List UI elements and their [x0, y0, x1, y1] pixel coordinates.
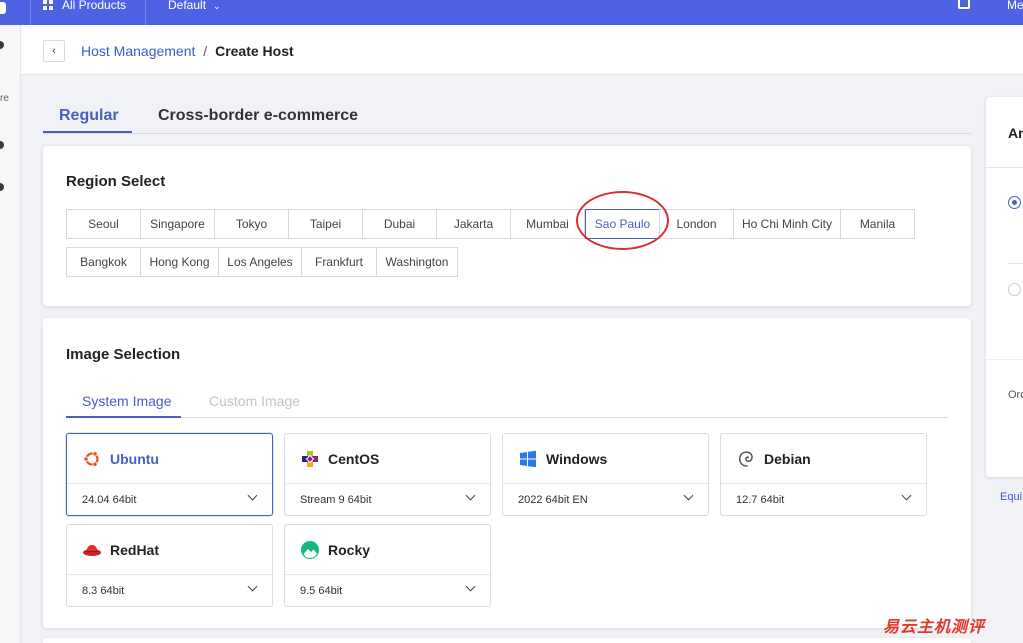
os-card-header: Ubuntu: [67, 434, 272, 484]
os-card-windows[interactable]: Windows 2022 64bit EN: [502, 433, 709, 516]
project-selector-label: Default: [168, 0, 207, 12]
chevron-down-icon[interactable]: [901, 490, 912, 501]
billing-option-radio[interactable]: [1008, 283, 1021, 296]
region-option-washington[interactable]: Washington: [376, 247, 458, 277]
breadcrumb-host-management[interactable]: Host Management: [81, 43, 195, 59]
os-name: Debian: [764, 451, 811, 467]
region-select-title: Region Select: [66, 173, 166, 190]
region-option-london[interactable]: London: [659, 209, 734, 239]
os-name: Ubuntu: [110, 451, 159, 467]
region-option-seoul[interactable]: Seoul: [66, 209, 141, 239]
user-menu[interactable]: Me: [1007, 0, 1023, 11]
active-image-tab-indicator: [66, 416, 181, 418]
breadcrumb-separator: /: [203, 43, 208, 59]
page-header: ‹ Host Management / Create Host: [21, 25, 1023, 75]
tab-cross-border-ecommerce[interactable]: Cross-border e-commerce: [158, 107, 358, 125]
os-card-debian[interactable]: Debian 12.7 64bit: [720, 433, 927, 516]
project-selector[interactable]: Default ⌄: [168, 0, 221, 11]
region-option-singapore[interactable]: Singapore: [140, 209, 215, 239]
chevron-left-icon: ‹: [52, 45, 56, 57]
os-card-header: RedHat: [67, 525, 272, 575]
image-tabs: System Image Custom Image: [66, 383, 948, 418]
chevron-down-icon[interactable]: [247, 581, 258, 592]
debian-icon: [739, 451, 753, 467]
top-bar: All Products Default ⌄ Me: [0, 0, 1023, 25]
os-version-select[interactable]: 9.5 64bit: [300, 585, 342, 597]
os-card-redhat[interactable]: RedHat 8.3 64bit: [66, 524, 273, 607]
chevron-down-icon: ⌄: [213, 1, 221, 11]
tab-regular[interactable]: Regular: [59, 107, 119, 125]
order-label: Orc: [1008, 389, 1023, 401]
os-card-header: Windows: [503, 434, 708, 484]
os-card-rocky[interactable]: Rocky 9.5 64bit: [284, 524, 491, 607]
os-name: CentOS: [328, 451, 380, 467]
region-option-hong-kong[interactable]: Hong Kong: [140, 247, 219, 277]
all-products-button[interactable]: All Products: [30, 0, 146, 25]
highlight-circle-annotation: [576, 191, 669, 250]
billing-option-radio-selected[interactable]: [1008, 196, 1021, 209]
os-card-ubuntu[interactable]: Ubuntu 24.04 64bit: [66, 433, 273, 516]
order-panel-title: An: [1008, 125, 1023, 141]
region-option-manila[interactable]: Manila: [840, 209, 915, 239]
os-version-select[interactable]: Stream 9 64bit: [300, 494, 372, 506]
redhat-icon: [83, 545, 101, 556]
os-name: Rocky: [328, 542, 371, 558]
os-version-select[interactable]: 12.7 64bit: [736, 494, 784, 506]
active-tab-indicator: [43, 131, 132, 133]
chevron-down-icon[interactable]: [465, 581, 476, 592]
os-version-select[interactable]: 2022 64bit EN: [518, 494, 588, 506]
os-card-header: Debian: [721, 434, 926, 484]
divider: [1008, 263, 1023, 264]
windows-icon: [520, 450, 536, 468]
os-version-select[interactable]: 24.04 64bit: [82, 494, 136, 506]
centos-icon: [302, 451, 318, 467]
grid-icon: [43, 0, 53, 10]
region-option-frankfurt[interactable]: Frankfurt: [301, 247, 377, 277]
equipment-link[interactable]: Equi: [1000, 491, 1022, 503]
watermark-text: 易云主机测评: [883, 617, 986, 636]
os-name: RedHat: [110, 542, 160, 558]
image-selection-title: Image Selection: [66, 346, 181, 363]
region-option-mumbai[interactable]: Mumbai: [510, 209, 585, 239]
rocky-icon: [301, 541, 319, 559]
breadcrumb: Host Management / Create Host: [81, 43, 294, 59]
message-icon[interactable]: [958, 0, 970, 9]
chevron-down-icon[interactable]: [247, 490, 258, 501]
region-option-taipei[interactable]: Taipei: [288, 209, 363, 239]
region-select-card: Region Select Seoul Singapore Tokyo Taip…: [43, 146, 971, 306]
back-button[interactable]: ‹: [43, 40, 65, 62]
order-summary-panel: An Orc: [986, 97, 1023, 477]
image-selection-card: Image Selection System Image Custom Imag…: [43, 318, 971, 628]
region-option-jakarta[interactable]: Jakarta: [436, 209, 511, 239]
ubuntu-icon: [83, 451, 99, 467]
region-option-dubai[interactable]: Dubai: [362, 209, 437, 239]
os-name: Windows: [546, 451, 608, 467]
order-summary-section: [986, 359, 1023, 477]
sidebar-item-label[interactable]: re: [0, 93, 9, 104]
sidebar-item-icon[interactable]: [0, 41, 4, 49]
os-card-header: Rocky: [285, 525, 490, 575]
next-section-card: [43, 638, 971, 643]
main-tabs: Regular Cross-border e-commerce: [43, 98, 971, 134]
tab-system-image[interactable]: System Image: [82, 393, 171, 409]
region-option-los-angeles[interactable]: Los Angeles: [218, 247, 302, 277]
os-card-centos[interactable]: CentOS Stream 9 64bit: [284, 433, 491, 516]
sidebar-item-icon[interactable]: [0, 141, 4, 149]
region-option-bangkok[interactable]: Bangkok: [66, 247, 141, 277]
breadcrumb-current: Create Host: [215, 43, 294, 59]
chevron-down-icon[interactable]: [683, 490, 694, 501]
region-option-tokyo[interactable]: Tokyo: [214, 209, 289, 239]
chevron-down-icon[interactable]: [465, 490, 476, 501]
sidebar-item-icon[interactable]: [0, 183, 4, 191]
os-card-header: CentOS: [285, 434, 490, 484]
os-version-select[interactable]: 8.3 64bit: [82, 585, 124, 597]
region-option-ho-chi-minh-city[interactable]: Ho Chi Minh City: [733, 209, 841, 239]
all-products-label: All Products: [62, 0, 127, 12]
left-sidebar: re: [0, 25, 21, 643]
divider: [986, 167, 1023, 168]
tab-custom-image[interactable]: Custom Image: [209, 393, 300, 409]
menu-toggle-icon[interactable]: [0, 2, 6, 14]
